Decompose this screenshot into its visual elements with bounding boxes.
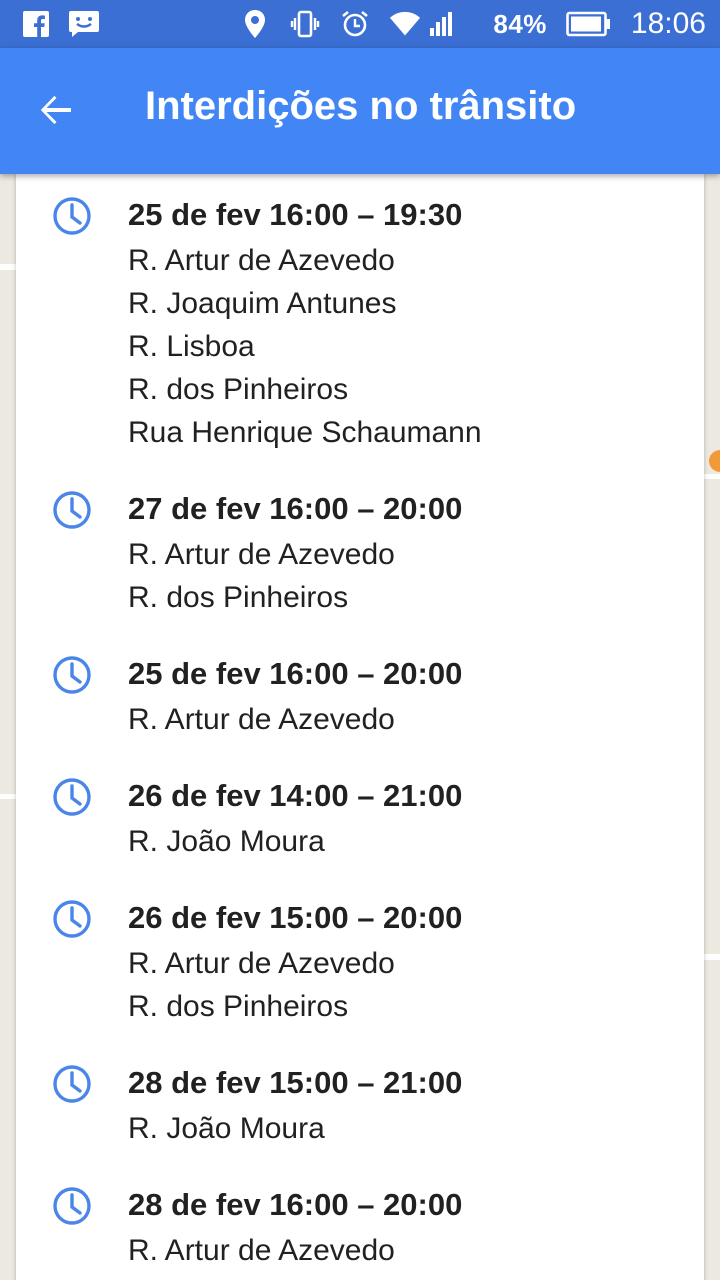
closure-item[interactable]: 28 de fev 16:00 – 20:00 R. Artur de Azev… [16, 1186, 704, 1280]
closure-streets: R. Artur de Azevedo R. Joaquim Antunes R. … [128, 239, 704, 454]
street-name: R. dos Pinheiros [128, 581, 349, 614]
closure-item[interactable]: 28 de fev 15:00 – 21:00 R. João Moura [16, 1064, 704, 1186]
street-name: R. Artur de Azevedo [128, 538, 395, 571]
clock-icon [53, 656, 91, 694]
closure-time: 26 de fev 14:00 – 21:00 [128, 778, 463, 813]
closure-streets: R. Artur de Azevedo [128, 698, 704, 741]
clock-icon [53, 197, 91, 235]
page-title: Interdições no trânsito [145, 84, 577, 128]
closure-item[interactable]: 27 de fev 16:00 – 20:00 R. Artur de Azev… [16, 490, 704, 655]
arrow-back-icon [40, 95, 71, 125]
closure-streets: R. Artur de Azevedo R. dos Pinheiros [128, 533, 704, 619]
signal-icon [425, 8, 457, 40]
closure-item[interactable]: 25 de fev 16:00 – 19:30 R. Artur de Azev… [16, 196, 704, 490]
map-road [0, 794, 16, 799]
map-pin-icon [709, 450, 720, 472]
street-name: R. Artur de Azevedo [128, 244, 395, 277]
street-name: R. Joaquim Antunes [128, 287, 397, 320]
closure-time: 26 de fev 15:00 – 20:00 [128, 900, 463, 935]
clock-icon [53, 1187, 91, 1225]
closure-item[interactable]: 25 de fev 16:00 – 20:00 R. Artur de Azev… [16, 655, 704, 777]
wifi-icon [389, 8, 421, 40]
closure-time: 28 de fev 16:00 – 20:00 [128, 1187, 463, 1222]
closure-time: 27 de fev 16:00 – 20:00 [128, 491, 463, 526]
closure-time: 25 de fev 16:00 – 19:30 [128, 197, 463, 232]
status-bar: 84% 18:06 [0, 0, 720, 48]
closures-container: 25 de fev 16:00 – 19:30 R. Artur de Azev… [16, 196, 704, 1280]
street-name: R. João Moura [128, 1112, 325, 1145]
location-icon [239, 8, 271, 40]
street-name: R. dos Pinheiros [128, 990, 349, 1023]
street-name: R. João Moura [128, 825, 325, 858]
clock-icon [53, 900, 91, 938]
clock-icon [53, 778, 91, 816]
clock-icon [53, 1065, 91, 1103]
back-button[interactable] [24, 78, 88, 142]
street-name: R. Artur de Azevedo [128, 703, 395, 736]
closure-time: 28 de fev 15:00 – 21:00 [128, 1065, 463, 1100]
clock-icon [53, 491, 91, 529]
battery-percent: 84% [493, 8, 547, 39]
closure-streets: R. Artur de Azevedo R. dos Pinheiros [128, 942, 704, 1028]
street-name: R. Artur de Azevedo [128, 947, 395, 980]
map-road [704, 954, 720, 960]
chat-icon [68, 8, 100, 40]
road-closures-list[interactable]: 25 de fev 16:00 – 19:30 R. Artur de Azev… [16, 174, 704, 1280]
facebook-icon [20, 8, 52, 40]
street-name: Rua Henrique Schaumann [128, 416, 482, 449]
closure-item[interactable]: 26 de fev 15:00 – 20:00 R. Artur de Azev… [16, 899, 704, 1064]
closure-streets: R. João Moura [128, 1107, 704, 1150]
closure-item[interactable]: 26 de fev 14:00 – 21:00 R. João Moura [16, 777, 704, 899]
closure-time: 25 de fev 16:00 – 20:00 [128, 656, 463, 691]
status-bar-system: 84% 18:06 [239, 7, 706, 41]
status-bar-notifications [20, 8, 100, 40]
map-road [704, 474, 720, 479]
street-name: R. dos Pinheiros [128, 373, 349, 406]
alarm-icon [339, 8, 371, 40]
street-name: R. Artur de Azevedo [128, 1234, 395, 1267]
battery-icon [565, 8, 613, 40]
clock-time: 18:06 [630, 7, 706, 40]
street-name: R. Lisboa [128, 330, 255, 363]
closure-streets: R. João Moura [128, 820, 704, 863]
vibrate-icon [289, 8, 321, 40]
closure-streets: R. Artur de Azevedo [128, 1229, 704, 1272]
map-road [0, 264, 16, 270]
app-bar: Interdições no trânsito [0, 48, 720, 174]
